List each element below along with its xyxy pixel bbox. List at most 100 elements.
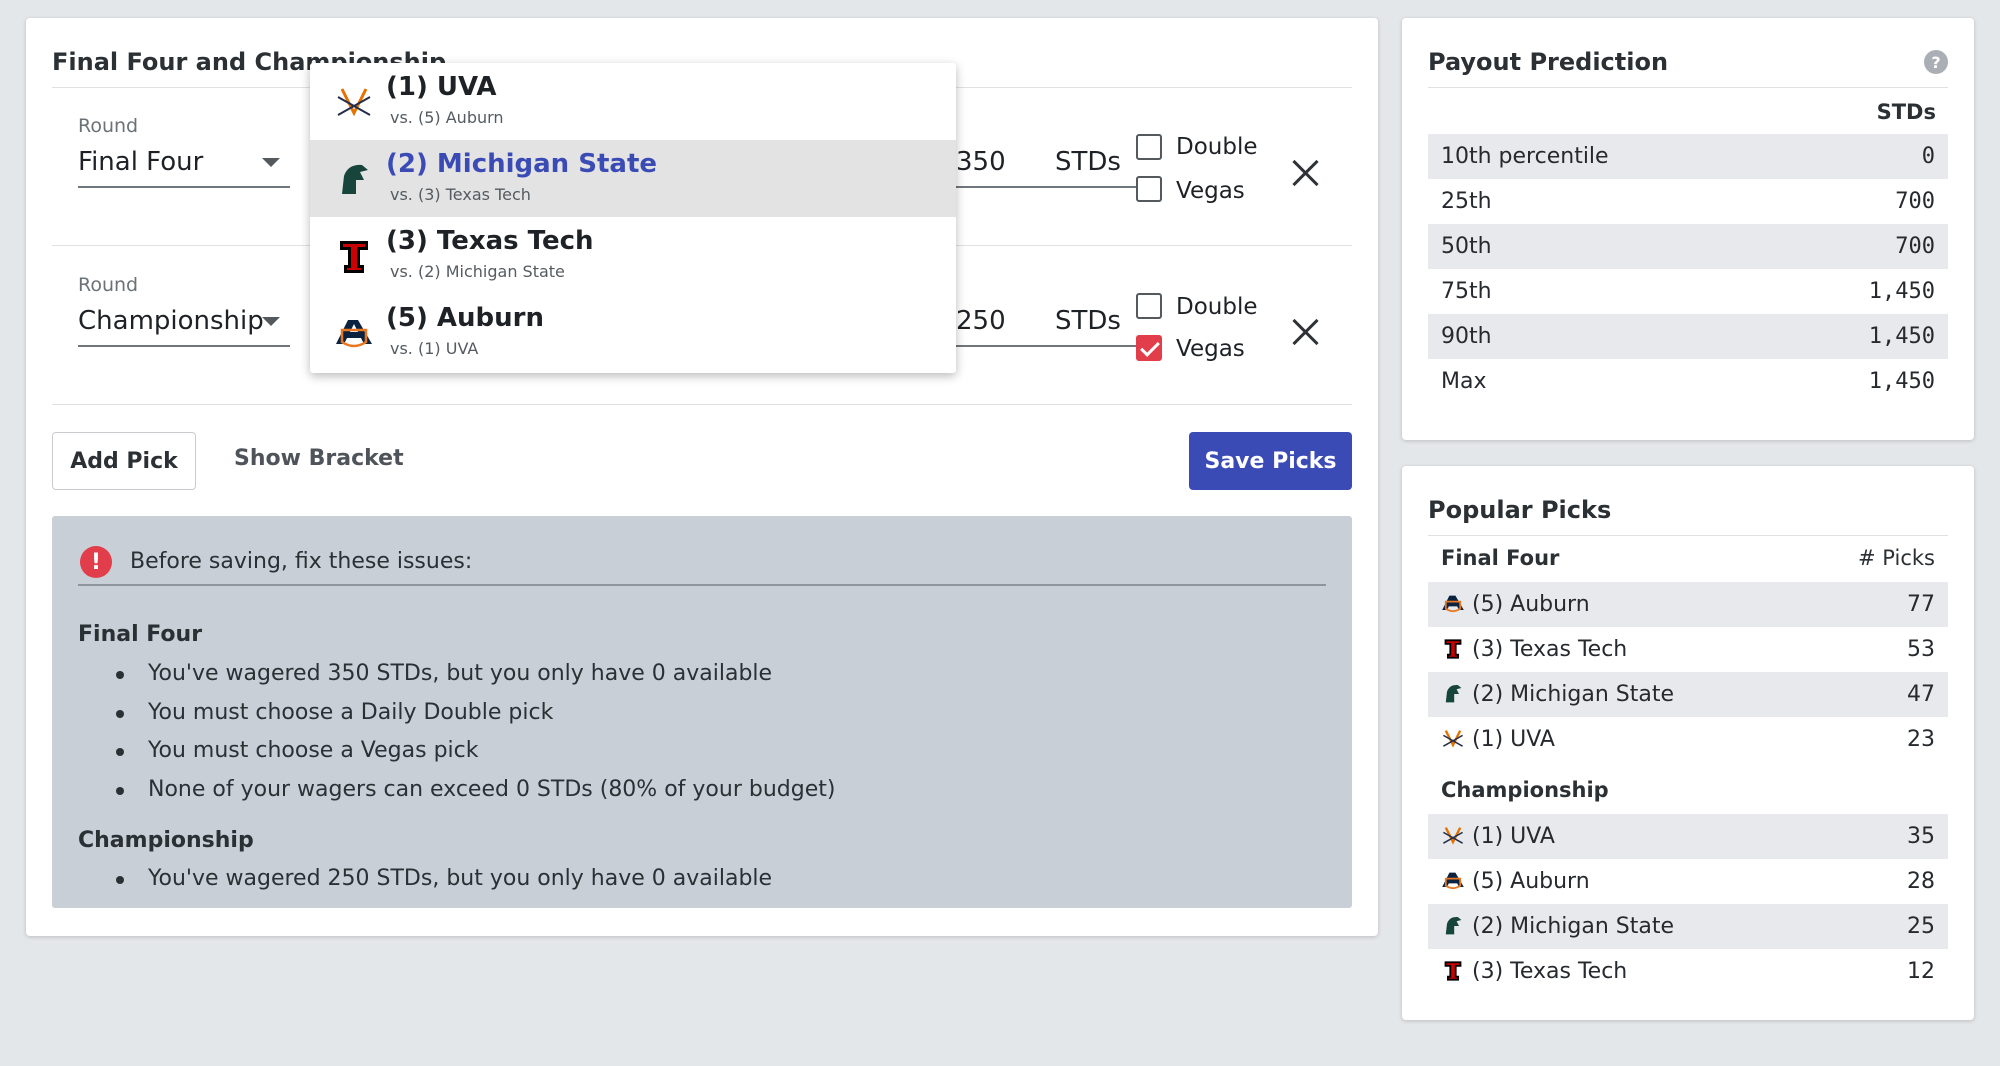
- error-list: You've wagered 350 STDs, but you only ha…: [78, 655, 835, 809]
- error-item: You must choose a Vegas pick: [78, 732, 835, 771]
- error-item: You've wagered 250 STDs, but you only ha…: [78, 860, 772, 899]
- field-underline: [78, 186, 290, 188]
- auburn-logo-icon: [1442, 595, 1464, 613]
- list-item: (2) Michigan State 47: [1428, 672, 1948, 717]
- dropdown-option-auburn[interactable]: (5) Auburn vs. (1) UVA: [310, 294, 956, 371]
- team-name: (2) Michigan State: [1472, 914, 1675, 939]
- row-label: 50th: [1441, 234, 1492, 259]
- table-row: 10th percentile 0: [1428, 134, 1948, 179]
- row-value: 0: [1921, 144, 1935, 169]
- list-item: (1) UVA 23: [1428, 717, 1948, 762]
- list-item: (5) Auburn 77: [1428, 582, 1948, 627]
- uva-logo-icon: [1443, 730, 1463, 748]
- option-team-name: (3) Texas Tech: [386, 226, 594, 256]
- pick-count: 77: [1907, 592, 1935, 617]
- wager-input[interactable]: 250 STDs: [930, 297, 1136, 349]
- chevron-down-icon: [262, 317, 280, 326]
- error-panel: ! Before saving, fix these issues: Final…: [52, 516, 1352, 908]
- vegas-checkbox[interactable]: [1136, 335, 1162, 361]
- auburn-logo-icon: [1442, 872, 1464, 890]
- add-pick-button[interactable]: Add Pick: [52, 432, 196, 490]
- vegas-checkbox[interactable]: [1136, 176, 1162, 202]
- row-value: 1,450: [1868, 324, 1935, 349]
- wager-value: 350: [956, 147, 1006, 177]
- round-label: Round: [78, 274, 139, 296]
- row-value: 700: [1895, 189, 1935, 214]
- table-row: 90th 1,450: [1428, 314, 1948, 359]
- team-name: (3) Texas Tech: [1472, 959, 1628, 984]
- vegas-label: Vegas: [1176, 336, 1245, 362]
- option-opponent: vs. (3) Texas Tech: [390, 185, 531, 204]
- remove-pick-icon[interactable]: [1290, 158, 1320, 188]
- option-team-name: (2) Michigan State: [386, 149, 658, 179]
- michigan-state-logo-icon: [1445, 916, 1462, 935]
- dropdown-option-uva[interactable]: (1) UVA vs. (5) Auburn: [310, 63, 956, 140]
- vegas-label: Vegas: [1176, 178, 1245, 204]
- group-heading: Final Four: [1441, 546, 1560, 570]
- option-team-name: (1) UVA: [386, 72, 497, 102]
- double-checkbox[interactable]: [1136, 293, 1162, 319]
- column-header: # Picks: [1858, 546, 1935, 570]
- table-row: 25th 700: [1428, 179, 1948, 224]
- picks-card: Final Four and Championship Round Final …: [26, 18, 1378, 936]
- error-title: Before saving, fix these issues:: [130, 549, 473, 574]
- pick-count: 12: [1907, 959, 1935, 984]
- uva-logo-icon: [337, 88, 371, 117]
- dropdown-option-michigan-state[interactable]: (2) Michigan State vs. (3) Texas Tech: [310, 140, 956, 217]
- team-name: (1) UVA: [1472, 824, 1555, 849]
- divider: [52, 404, 1352, 405]
- option-team-name: (5) Auburn: [386, 303, 544, 333]
- auburn-logo-icon: [336, 320, 372, 348]
- list-item: (5) Auburn 28: [1428, 859, 1948, 904]
- round-label: Round: [78, 115, 139, 137]
- team-name: (1) UVA: [1472, 727, 1555, 752]
- row-value: 1,450: [1868, 369, 1935, 394]
- help-icon[interactable]: ?: [1924, 50, 1948, 74]
- error-item: You must choose a Daily Double pick: [78, 694, 835, 733]
- group-heading: Championship: [1441, 778, 1609, 802]
- texas-tech-logo-icon: [1444, 639, 1462, 659]
- field-underline: [78, 345, 290, 347]
- dropdown-option-texas-tech[interactable]: (3) Texas Tech vs. (2) Michigan State: [310, 217, 956, 294]
- team-name: (2) Michigan State: [1472, 682, 1675, 707]
- michigan-state-logo-icon: [1445, 684, 1462, 703]
- list-item: (1) UVA 35: [1428, 814, 1948, 859]
- row-label: 75th: [1441, 279, 1492, 304]
- error-item: None of your wagers can exceed 0 STDs (8…: [78, 771, 835, 810]
- error-list: You've wagered 250 STDs, but you only ha…: [78, 860, 772, 899]
- texas-tech-logo-icon: [340, 241, 368, 273]
- round-value: Final Four: [78, 147, 204, 177]
- table-row: Max 1,450: [1428, 359, 1948, 404]
- row-label: 25th: [1441, 189, 1492, 214]
- show-bracket-button[interactable]: Show Bracket: [234, 446, 404, 471]
- list-item: (2) Michigan State 25: [1428, 904, 1948, 949]
- error-item: You've wagered 350 STDs, but you only ha…: [78, 655, 835, 694]
- error-section-heading: Final Four: [78, 622, 203, 647]
- chevron-down-icon: [262, 158, 280, 167]
- team-name: (5) Auburn: [1472, 592, 1590, 617]
- divider: [1428, 535, 1948, 536]
- card-title: Popular Picks: [1428, 496, 1612, 524]
- table-row: 50th 700: [1428, 224, 1948, 269]
- team-name: (3) Texas Tech: [1472, 637, 1628, 662]
- pick-count: 28: [1907, 869, 1935, 894]
- error-section-heading: Championship: [78, 828, 254, 853]
- row-label: Max: [1441, 369, 1487, 394]
- remove-pick-icon[interactable]: [1290, 317, 1320, 347]
- divider: [1428, 87, 1948, 88]
- list-item: (3) Texas Tech 12: [1428, 949, 1948, 994]
- save-picks-button[interactable]: Save Picks: [1189, 432, 1352, 490]
- popular-picks-card: Popular Picks Final Four # Picks (5) Aub…: [1402, 466, 1974, 1020]
- double-label: Double: [1176, 134, 1258, 160]
- field-underline: [930, 345, 1136, 347]
- michigan-state-logo-icon: [342, 164, 368, 194]
- card-title: Payout Prediction: [1428, 48, 1669, 76]
- double-label: Double: [1176, 294, 1258, 320]
- wager-input[interactable]: 350 STDs: [930, 138, 1136, 190]
- row-label: 10th percentile: [1441, 144, 1609, 169]
- round-select[interactable]: Championship: [78, 297, 290, 349]
- double-checkbox[interactable]: [1136, 134, 1162, 160]
- option-opponent: vs. (2) Michigan State: [390, 262, 565, 281]
- payout-prediction-card: Payout Prediction ? STDs 10th percentile…: [1402, 18, 1974, 440]
- round-select[interactable]: Final Four: [78, 138, 290, 190]
